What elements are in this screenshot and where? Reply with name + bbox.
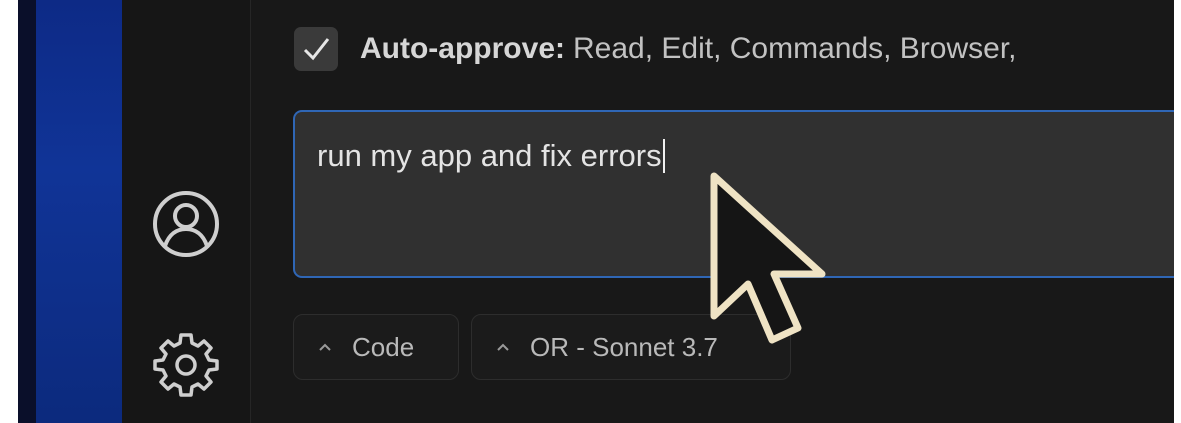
activity-bar [122,0,251,423]
account-icon[interactable] [148,186,224,262]
mouse-cursor-icon [710,172,826,344]
text-caret [662,139,665,173]
mode-dropdown-label: Code [352,331,415,362]
mode-dropdown[interactable]: Code [293,314,459,380]
chevron-up-icon [494,338,512,356]
settings-gear-icon[interactable] [148,326,224,402]
side-strip [18,0,122,423]
auto-approve-checkbox[interactable] [294,27,338,71]
app-window: Auto-approve: Read, Edit, Commands, Brow… [18,0,1174,423]
auto-approve-row: Auto-approve: Read, Edit, Commands, Brow… [294,26,1017,72]
chat-input-text[interactable]: run my app and fix errors [317,138,665,174]
model-dropdown-label: OR - Sonnet 3.7 [530,331,718,362]
checkmark-icon [303,38,330,61]
chevron-up-icon [316,338,334,356]
auto-approve-value[interactable]: Read, Edit, Commands, Browser, [573,32,1017,66]
auto-approve-label: Auto-approve: [360,32,565,65]
